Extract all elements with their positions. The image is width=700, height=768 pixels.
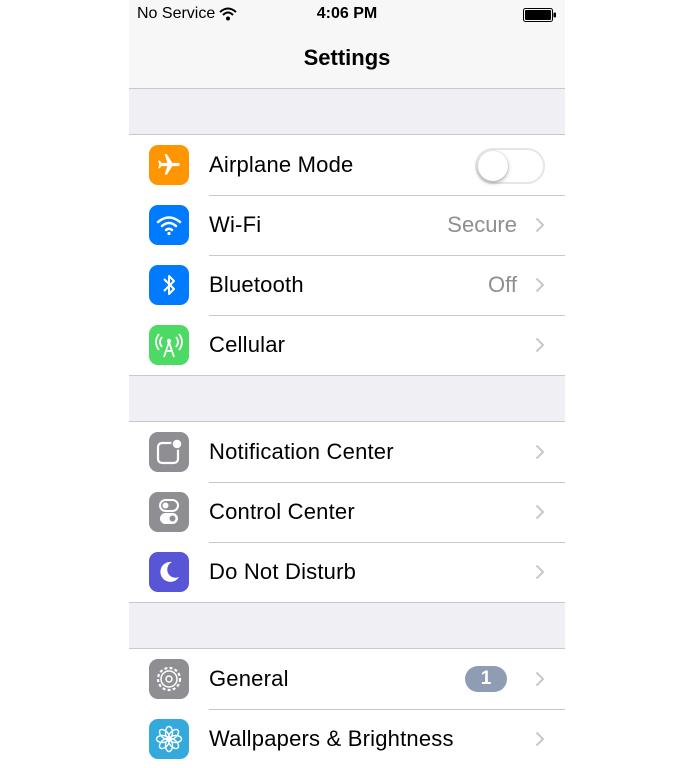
status-bar: No Service 4:06 PM (129, 0, 565, 28)
row-label: Cellular (209, 332, 286, 357)
chevron-right-icon (535, 444, 545, 460)
row-label: Notification Center (209, 439, 394, 464)
settings-group-connectivity: Airplane Mode Wi-Fi Secure Bluetooth Off… (129, 134, 565, 376)
toggle-knob (478, 151, 508, 181)
bluetooth-status-value: Off (488, 272, 517, 297)
settings-row-cellular[interactable]: Cellular (129, 315, 565, 375)
chevron-right-icon (535, 731, 545, 747)
settings-row-airplane-mode[interactable]: Airplane Mode (129, 135, 565, 195)
status-time: 4:06 PM (316, 5, 378, 22)
settings-group-notifications: Notification Center Control Center Do No… (129, 421, 565, 603)
notification-center-icon (149, 432, 189, 472)
settings-row-wifi[interactable]: Wi-Fi Secure (129, 195, 565, 255)
settings-row-bluetooth[interactable]: Bluetooth Off (129, 255, 565, 315)
gear-icon (149, 659, 189, 699)
page-title: Settings (303, 45, 391, 70)
airplane-mode-toggle[interactable] (475, 148, 545, 184)
chevron-right-icon (535, 277, 545, 293)
chevron-right-icon (535, 337, 545, 353)
row-label: Control Center (209, 499, 355, 524)
settings-row-do-not-disturb[interactable]: Do Not Disturb (129, 542, 565, 602)
chevron-right-icon (535, 564, 545, 580)
chevron-right-icon (535, 504, 545, 520)
battery-icon (523, 8, 556, 22)
row-label: Wi-Fi (209, 212, 262, 237)
wifi-status-value: Secure (447, 212, 517, 237)
navigation-bar: Settings (129, 28, 565, 89)
control-center-icon (149, 492, 189, 532)
moon-icon (149, 552, 189, 592)
settings-row-control-center[interactable]: Control Center (129, 482, 565, 542)
row-label: Do Not Disturb (209, 559, 357, 584)
wifi-icon (149, 205, 189, 245)
chevron-right-icon (535, 671, 545, 687)
row-label: Airplane Mode (209, 152, 354, 177)
airplane-icon (149, 145, 189, 185)
update-badge: 1 (465, 666, 507, 692)
chevron-right-icon (535, 217, 545, 233)
settings-row-notification-center[interactable]: Notification Center (129, 422, 565, 482)
row-label: General (209, 666, 289, 691)
settings-row-general[interactable]: General 1 (129, 649, 565, 709)
settings-screen: No Service 4:06 PM Settings Airplane Mod… (129, 0, 565, 768)
row-label: Wallpapers & Brightness (209, 726, 454, 751)
cellular-icon (149, 325, 189, 365)
flower-icon (149, 719, 189, 759)
settings-row-wallpapers-brightness[interactable]: Wallpapers & Brightness (129, 709, 565, 768)
bluetooth-icon (149, 265, 189, 305)
settings-group-general: General 1 Wallpapers & Brightness (129, 648, 565, 768)
row-label: Bluetooth (209, 272, 304, 297)
